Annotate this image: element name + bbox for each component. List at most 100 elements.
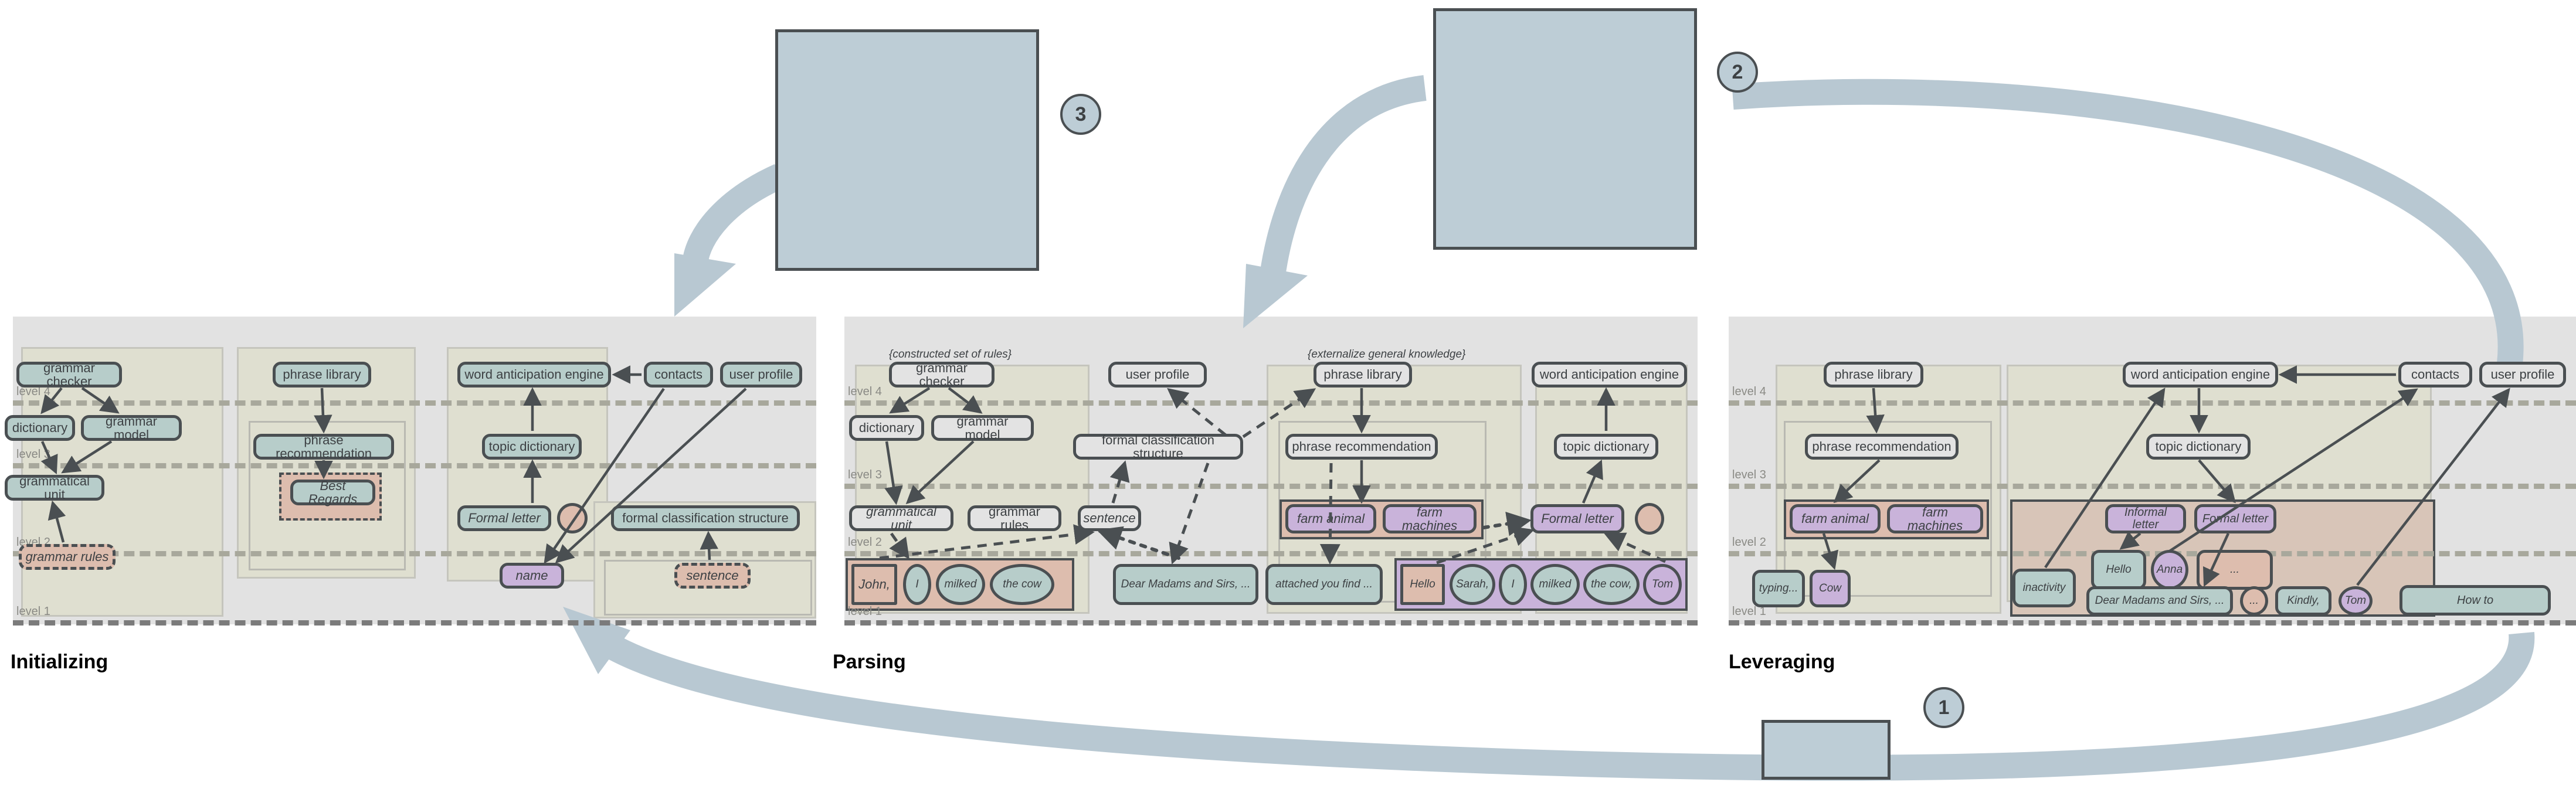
token-the-cow-b[interactable]: the cow, <box>1583 564 1640 605</box>
level-label-4-leveraging: level 4 <box>1732 385 1766 398</box>
node-informal-letter-leveraging[interactable]: Informal letter <box>2105 504 2186 533</box>
node-formal-letter-init[interactable]: Formal letter <box>457 505 551 531</box>
node-phrase-library-leveraging[interactable]: phrase library <box>1824 362 1923 387</box>
token-tom-b[interactable]: Tom <box>1643 564 1682 605</box>
token-milked-a[interactable]: milked <box>936 564 985 605</box>
instance-typing-leveraging[interactable]: typing... <box>1752 570 1805 607</box>
instance-box-2 <box>1433 8 1697 250</box>
node-farm-machines-parsing[interactable]: farm machines <box>1383 504 1477 533</box>
level-line-1-leveraging <box>1729 620 2576 626</box>
phrase-attached-parsing[interactable]: attached you find ... <box>1265 564 1383 605</box>
token-i-b[interactable]: I <box>1499 564 1527 605</box>
node-farm-machines-leveraging[interactable]: farm machines <box>1887 504 1983 533</box>
flow-arrow-3-to-initializing <box>682 164 786 266</box>
level-label-2-parsing: level 2 <box>848 536 882 549</box>
token-sarah-b[interactable]: Sarah, <box>1450 564 1495 605</box>
node-grammar-rules-parsing[interactable]: grammar rules <box>968 505 1061 532</box>
instance-box-3 <box>775 29 1039 271</box>
node-word-anticipation-engine-init[interactable]: word anticipation engine <box>457 362 611 387</box>
annotation-constructed-rules: {constructed set of rules} <box>889 348 1012 361</box>
node-contacts-leveraging[interactable]: contacts <box>2398 362 2472 387</box>
instance-ellipsis2-leveraging[interactable]: ... <box>2240 586 2268 616</box>
node-farm-animal-leveraging[interactable]: farm animal <box>1790 504 1881 533</box>
level-line-3-parsing <box>844 484 1698 489</box>
phrase-dear-madams-parsing[interactable]: Dear Madams and Sirs, ... <box>1113 564 1258 605</box>
node-grammar-checker-parsing[interactable]: grammar checker <box>889 361 995 388</box>
node-dictionary-init[interactable]: dictionary <box>5 415 75 441</box>
token-john[interactable]: John, <box>851 564 897 605</box>
level-line-2-parsing <box>844 551 1698 556</box>
phase-label-leveraging: Leveraging <box>1729 651 1835 673</box>
node-phrase-recommendation-init[interactable]: phrase recommendation <box>253 433 394 460</box>
level-line-3-init <box>13 463 816 468</box>
node-user-profile-leveraging[interactable]: user profile <box>2479 362 2566 387</box>
annotation-externalize-knowledge: {externalize general knowledge} <box>1308 348 1466 361</box>
node-grammar-rules-init[interactable]: grammar rules <box>19 544 116 570</box>
node-grammar-model-init[interactable]: grammar model <box>81 414 182 441</box>
instance-box-1 <box>1762 720 1891 780</box>
flow-arrowhead-3 <box>674 253 736 317</box>
level-line-3-leveraging <box>1729 484 2576 489</box>
node-blob-parsing[interactable] <box>1635 503 1664 535</box>
level-line-1-init <box>13 620 816 626</box>
level-label-3-leveraging: level 3 <box>1732 468 1766 481</box>
level-line-4-init <box>13 400 816 406</box>
node-topic-dictionary-parsing[interactable]: topic dictionary <box>1554 434 1658 460</box>
instance-hello-leveraging[interactable]: Hello <box>2091 550 2146 590</box>
level-line-4-leveraging <box>1729 400 2576 406</box>
node-topic-dictionary-leveraging[interactable]: topic dictionary <box>2146 434 2251 460</box>
instance-inactivity-leveraging[interactable]: inactivity <box>2012 569 2076 607</box>
level-line-2-leveraging <box>1729 551 2576 556</box>
flow-arrow-2-to-parsing <box>1260 75 1427 278</box>
phase-label-parsing: Parsing <box>833 651 906 673</box>
instance-kindly-leveraging[interactable]: Kindly, <box>2275 586 2331 616</box>
node-dictionary-parsing[interactable]: dictionary <box>849 415 924 441</box>
node-farm-animal-parsing[interactable]: farm animal <box>1285 504 1376 533</box>
level-line-2-init <box>13 551 816 556</box>
node-grammar-model-parsing[interactable]: grammar model <box>931 414 1034 441</box>
node-word-anticipation-engine-leveraging[interactable]: word anticipation engine <box>2123 362 2278 387</box>
phase-label-initializing: Initializing <box>11 651 108 673</box>
token-the-cow-a[interactable]: the cow <box>990 564 1054 605</box>
node-topic-dictionary-init[interactable]: topic dictionary <box>482 434 582 460</box>
node-word-anticipation-engine-parsing[interactable]: word anticipation engine <box>1532 362 1687 387</box>
node-phrase-recommendation-leveraging[interactable]: phrase recommendation <box>1805 434 1959 460</box>
node-sentence-parsing[interactable]: sentence <box>1078 505 1141 531</box>
instance-tom-leveraging[interactable]: Tom <box>2339 586 2373 616</box>
node-grammatical-unit-parsing[interactable]: grammatical unit <box>849 505 953 532</box>
node-phrase-library-init[interactable]: phrase library <box>273 362 371 387</box>
level-label-1-parsing: level 1 <box>848 605 882 618</box>
instance-ellipsis1-leveraging[interactable]: ... <box>2197 550 2273 590</box>
node-blob-init[interactable] <box>557 503 588 533</box>
node-formal-letter-parsing[interactable]: Formal letter <box>1530 504 1624 533</box>
instance-how-to-leveraging[interactable]: How to <box>2399 585 2551 616</box>
level-line-4-parsing <box>844 400 1698 406</box>
marker-2: 2 <box>1717 52 1758 93</box>
instance-anna-leveraging[interactable]: Anna <box>2151 550 2188 590</box>
instance-cow-leveraging[interactable]: Cow <box>1810 570 1851 607</box>
node-user-profile-parsing[interactable]: user profile <box>1108 362 1207 387</box>
node-grammatical-unit-init[interactable]: grammatical unit <box>5 474 104 501</box>
level-label-3-parsing: level 3 <box>848 468 882 481</box>
node-sentence-init[interactable]: sentence <box>674 563 751 589</box>
instance-dear-madams-leveraging[interactable]: Dear Madams and Sirs, ... <box>2086 586 2233 616</box>
level-label-1-init: level 1 <box>16 605 50 618</box>
node-phrase-library-parsing[interactable]: phrase library <box>1314 362 1412 387</box>
node-name-init[interactable]: name <box>500 563 564 589</box>
node-grammar-checker-init[interactable]: grammar checker <box>16 361 122 388</box>
node-user-profile-init[interactable]: user profile <box>720 362 802 387</box>
token-milked-b[interactable]: milked <box>1530 564 1580 605</box>
token-hello-b[interactable]: Hello <box>1400 564 1445 605</box>
node-formal-classification-structure-parsing[interactable]: formal classification structure <box>1073 433 1243 460</box>
node-contacts-init[interactable]: contacts <box>644 362 713 387</box>
marker-3: 3 <box>1060 94 1101 135</box>
level-label-4-parsing: level 4 <box>848 385 882 398</box>
node-formal-classification-structure-init[interactable]: formal classification structure <box>611 505 800 531</box>
node-best-regards-init[interactable]: Best Regards <box>290 479 375 506</box>
level-label-3-init: level 3 <box>16 448 50 461</box>
node-formal-letter-leveraging[interactable]: Formal letter <box>2194 504 2276 533</box>
level-line-1-parsing <box>844 620 1698 626</box>
level-label-2-leveraging: level 2 <box>1732 536 1766 549</box>
token-i-a[interactable]: I <box>903 564 931 605</box>
node-phrase-recommendation-parsing[interactable]: phrase recommendation <box>1285 434 1438 460</box>
